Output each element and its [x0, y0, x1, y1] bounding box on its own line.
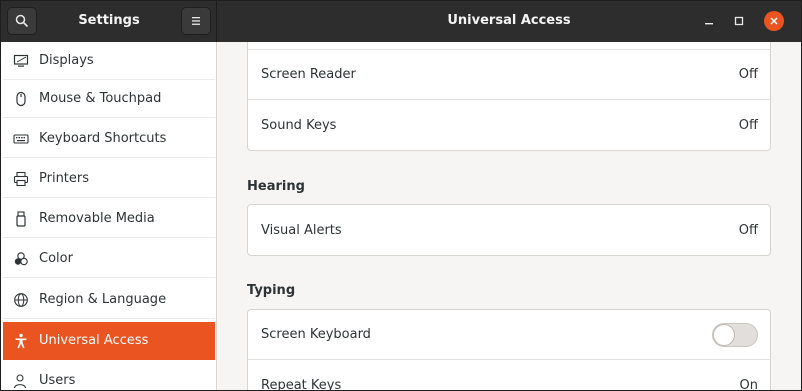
sidebar-item-color[interactable]: Color: [3, 240, 215, 278]
sidebar-item-printers[interactable]: Printers: [3, 160, 215, 198]
minimize-icon: [705, 23, 713, 25]
usb-drive-icon: [3, 200, 39, 238]
visual-alerts-row[interactable]: Visual Alerts Off: [248, 205, 770, 255]
row-value: On: [739, 377, 758, 391]
sidebar-item-label: Displays: [39, 53, 94, 68]
universal-access-panel: Screen Reader Off Sound Keys Off Hearing…: [218, 42, 801, 391]
row-label: Sound Keys: [261, 117, 337, 133]
sidebar-item-universal-access[interactable]: Universal Access: [3, 322, 215, 360]
seeing-frame: Screen Reader Off Sound Keys Off: [247, 42, 771, 151]
row-label: Screen Reader: [261, 67, 356, 82]
sound-keys-row[interactable]: Sound Keys Off: [248, 100, 770, 150]
sidebar-item-label: Printers: [39, 171, 90, 186]
typing-section-title: Typing: [247, 283, 296, 298]
screen-keyboard-switch[interactable]: [712, 322, 758, 347]
search-icon: [15, 14, 29, 28]
display-icon: [3, 42, 39, 80]
sidebar-item-label: Universal Access: [39, 333, 149, 348]
list-row-partial: [248, 42, 770, 50]
close-button[interactable]: [764, 11, 784, 31]
users-icon: [3, 362, 39, 391]
printer-icon: [3, 160, 39, 198]
header-bar: Settings Universal Access: [1, 1, 801, 42]
hearing-section-title: Hearing: [247, 179, 305, 194]
sidebar-item-displays[interactable]: Displays: [3, 42, 215, 80]
screen-keyboard-row[interactable]: Screen Keyboard: [248, 310, 770, 360]
settings-title: Settings: [78, 13, 140, 28]
sidebar-item-users[interactable]: Users: [3, 362, 215, 391]
close-icon: [770, 17, 778, 25]
hearing-frame: Visual Alerts Off: [247, 204, 771, 256]
sidebar: Displays Mouse & Touchpad Keyboard Short…: [1, 42, 217, 391]
sidebar-item-keyboard-shortcuts[interactable]: Keyboard Shortcuts: [3, 120, 215, 158]
settings-window: Settings Universal Access Displays Mouse…: [0, 0, 802, 391]
sidebar-item-label: Region & Language: [39, 292, 167, 307]
sidebar-item-label: Users: [39, 373, 76, 388]
accessibility-icon: [3, 322, 39, 360]
minimize-button[interactable]: [699, 11, 719, 31]
mouse-icon: [3, 80, 39, 118]
row-label: Visual Alerts: [261, 222, 342, 238]
maximize-icon: [734, 16, 744, 26]
sidebar-item-removable-media[interactable]: Removable Media: [3, 200, 215, 238]
row-label: Screen Keyboard: [261, 327, 371, 342]
globe-icon: [3, 281, 39, 319]
search-button[interactable]: [7, 7, 37, 35]
keyboard-icon: [3, 120, 39, 158]
sidebar-item-label: Removable Media: [39, 211, 155, 226]
repeat-keys-row[interactable]: Repeat Keys On: [248, 360, 770, 391]
row-value: Off: [738, 222, 758, 238]
sidebar-item-mouse-touchpad[interactable]: Mouse & Touchpad: [3, 80, 215, 118]
maximize-button[interactable]: [729, 11, 749, 31]
row-value: Off: [738, 67, 758, 82]
row-value: Off: [738, 117, 758, 133]
typing-frame: Screen Keyboard Repeat Keys On: [247, 309, 771, 391]
sidebar-item-label: Color: [39, 251, 73, 266]
switch-knob: [713, 323, 735, 346]
color-icon: [3, 240, 39, 278]
menu-button[interactable]: [181, 7, 211, 35]
header-left-pane: Settings: [1, 1, 217, 42]
row-label: Repeat Keys: [261, 377, 342, 391]
sidebar-item-label: Mouse & Touchpad: [39, 91, 162, 106]
sidebar-item-region-language[interactable]: Region & Language: [3, 281, 215, 319]
sidebar-item-label: Keyboard Shortcuts: [39, 131, 167, 146]
hamburger-menu-icon: [192, 17, 200, 25]
screen-reader-row[interactable]: Screen Reader Off: [248, 50, 770, 100]
